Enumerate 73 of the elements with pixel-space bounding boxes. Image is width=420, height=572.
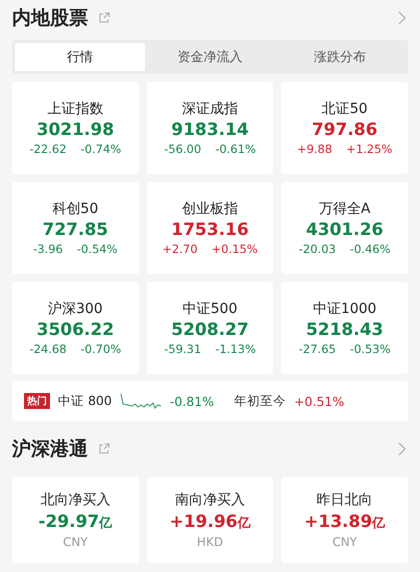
index-percent: -0.53% <box>350 342 391 356</box>
index-change: -22.62 <box>29 142 67 156</box>
index-percent: -0.46% <box>350 242 391 256</box>
ytd-label: 年初至今 <box>234 392 286 410</box>
index-value: 5218.43 <box>306 320 384 340</box>
index-card[interactable]: 科创50 727.85 -3.96 -0.54% <box>12 182 139 274</box>
index-card[interactable]: 上证指数 3021.98 -22.62 -0.74% <box>12 82 139 174</box>
index-name: 创业板指 <box>182 200 238 218</box>
index-name: 沪深300 <box>48 300 103 318</box>
index-change: -20.03 <box>298 242 336 256</box>
section-title: 内地股票 <box>12 6 88 31</box>
index-card[interactable]: 深证成指 9183.14 -56.00 -0.61% <box>146 82 274 174</box>
index-change: -27.65 <box>298 342 336 356</box>
index-value: 3021.98 <box>36 120 114 140</box>
flow-value: +19.96亿 <box>169 512 250 532</box>
flow-value: -29.97亿 <box>38 512 112 532</box>
index-card[interactable]: 中证500 5208.27 -59.31 -1.13% <box>146 282 274 374</box>
index-card[interactable]: 北证50 797.86 +9.88 +1.25% <box>281 82 408 174</box>
index-name: 万得全A <box>318 200 370 218</box>
index-change: -3.96 <box>33 242 63 256</box>
flow-card[interactable]: 北向净买入 -29.97亿 CNY <box>12 477 139 563</box>
index-change: -59.31 <box>164 342 202 356</box>
chevron-right-icon[interactable] <box>398 11 406 25</box>
index-name: 北证50 <box>322 100 368 118</box>
index-card[interactable]: 创业板指 1753.16 +2.70 +0.15% <box>146 182 274 274</box>
index-value: 797.86 <box>312 120 378 140</box>
currency-label: CNY <box>332 535 357 549</box>
index-percent: -0.70% <box>80 342 122 356</box>
index-change: +9.88 <box>296 142 332 156</box>
index-value: 5208.27 <box>171 320 249 340</box>
sparkline <box>120 392 162 410</box>
index-percent: -1.13% <box>215 342 256 356</box>
flow-card[interactable]: 昨日北向 +13.89亿 CNY <box>281 477 408 563</box>
index-card[interactable]: 中证1000 5218.43 -27.65 -0.53% <box>281 282 408 374</box>
ytd-percent: +0.51% <box>294 394 344 408</box>
index-value: 3506.22 <box>36 320 114 340</box>
index-percent: -0.54% <box>76 242 118 256</box>
chevron-right-icon[interactable] <box>398 442 406 456</box>
index-change: +2.70 <box>162 242 198 256</box>
index-percent: +0.15% <box>212 242 258 256</box>
index-change: -24.68 <box>29 342 67 356</box>
section-title: 沪深港通 <box>12 437 88 462</box>
tab[interactable]: 资金净流入 <box>145 43 275 71</box>
index-name: 中证500 <box>182 300 238 318</box>
hot-index-bar[interactable]: 热门 中证 800 -0.81% 年初至今 +0.51% <box>12 381 408 421</box>
tab[interactable]: 涨跌分布 <box>275 43 405 71</box>
currency-label: CNY <box>62 535 88 549</box>
index-value: 1753.16 <box>171 220 249 240</box>
index-name: 上证指数 <box>47 100 104 118</box>
share-icon[interactable] <box>98 443 110 455</box>
index-value: 4301.26 <box>306 220 384 240</box>
flow-card[interactable]: 南向净买入 +19.96亿 HKD <box>146 477 274 563</box>
flow-name: 昨日北向 <box>316 491 373 509</box>
index-percent: -0.61% <box>215 142 256 156</box>
index-card[interactable]: 万得全A 4301.26 -20.03 -0.46% <box>281 182 408 274</box>
index-value: 9183.14 <box>171 120 249 140</box>
hot-index-name: 中证 800 <box>58 392 112 410</box>
hot-index-percent: -0.81% <box>170 394 214 408</box>
index-name: 中证1000 <box>312 300 376 318</box>
index-name: 深证成指 <box>182 100 238 118</box>
flow-value: +13.89亿 <box>304 512 386 532</box>
tab[interactable]: 行情 <box>15 43 145 71</box>
index-change: -56.00 <box>164 142 202 156</box>
flow-name: 北向净买入 <box>40 491 110 509</box>
index-value: 727.85 <box>42 220 108 240</box>
index-name: 科创50 <box>52 200 98 218</box>
index-percent: +1.25% <box>346 142 392 156</box>
flow-name: 南向净买入 <box>174 491 245 509</box>
currency-label: HKD <box>196 535 224 549</box>
index-percent: -0.74% <box>80 142 122 156</box>
index-card[interactable]: 沪深300 3506.22 -24.68 -0.70% <box>12 282 139 374</box>
hot-badge: 热门 <box>24 393 50 409</box>
share-icon[interactable] <box>98 12 110 24</box>
